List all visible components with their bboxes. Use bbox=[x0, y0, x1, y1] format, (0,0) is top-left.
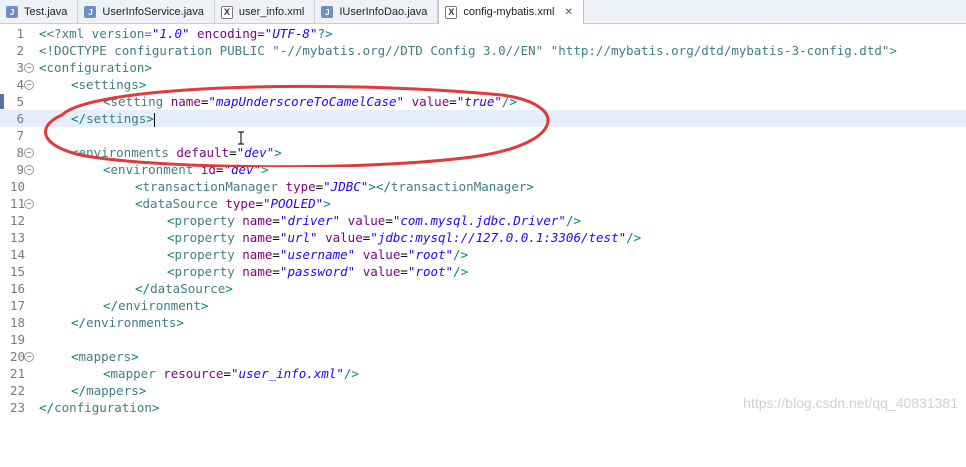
code-line: 17 </environment> bbox=[10, 298, 209, 313]
close-tab-icon[interactable]: ✕ bbox=[564, 7, 572, 18]
tab-label: UserInfoService.java bbox=[102, 6, 204, 18]
line-number: 5 bbox=[16, 94, 24, 109]
line-number: 22 bbox=[10, 383, 26, 398]
code-line: 18 </environments> bbox=[10, 315, 184, 330]
code-line: 1 <<?xml version="1.0" encoding="UTF-8"?… bbox=[0, 25, 966, 42]
annotation-circle bbox=[44, 84, 550, 167]
fold-toggle-icon[interactable]: − bbox=[24, 199, 34, 209]
line-number: 14 bbox=[10, 247, 26, 262]
code-line: 16 </dataSource> bbox=[10, 281, 233, 296]
watermark: https://blog.csdn.net/qq_40831381 bbox=[743, 395, 958, 411]
java-file-icon: J bbox=[6, 6, 18, 18]
code-line: 10 <transactionManager type="JDBC"></tra… bbox=[10, 179, 534, 194]
code-line: 20− <mappers> bbox=[10, 349, 139, 364]
ibeam-cursor-icon bbox=[238, 131, 244, 145]
line-number: 11 bbox=[10, 196, 26, 211]
line-number: 10 bbox=[10, 179, 26, 194]
code-line: 15 <property name="password" value="root… bbox=[10, 264, 469, 279]
tab-iuserinfodao-java[interactable]: J IUserInfoDao.java bbox=[315, 0, 439, 24]
line-number: 13 bbox=[10, 230, 26, 245]
code-line: 14 <property name="username" value="root… bbox=[10, 247, 469, 262]
line-number: 12 bbox=[10, 213, 26, 228]
line-number: 17 bbox=[10, 298, 26, 313]
fold-toggle-icon[interactable]: − bbox=[24, 63, 34, 73]
line-number: 20 bbox=[10, 349, 26, 364]
line-number: 21 bbox=[10, 366, 26, 381]
xml-file-icon: X bbox=[220, 5, 233, 19]
line-number: 4 bbox=[16, 77, 24, 92]
tab-label: Test.java bbox=[24, 6, 68, 18]
tab-user-info-xml[interactable]: X user_info.xml bbox=[215, 0, 316, 24]
tab-label: config-mybatis.xml bbox=[463, 6, 555, 18]
code-line: 19 bbox=[0, 331, 966, 348]
line-number: 7 bbox=[16, 128, 24, 143]
tab-config-mybatis-xml[interactable]: X config-mybatis.xml ✕ bbox=[438, 0, 584, 24]
tab-label: IUserInfoDao.java bbox=[339, 6, 428, 18]
change-marker bbox=[0, 94, 4, 109]
xml-file-icon: X bbox=[445, 5, 458, 19]
editor-tab-bar: J Test.java J UserInfoService.java X use… bbox=[0, 0, 966, 24]
line-number: 16 bbox=[10, 281, 26, 296]
code-editor[interactable]: 1 <<?xml version="1.0" encoding="UTF-8"?… bbox=[0, 25, 966, 415]
code-line: 2 <!DOCTYPE configuration PUBLIC "-//myb… bbox=[0, 42, 966, 59]
line-number: 3 bbox=[16, 60, 24, 75]
code-line: 3− <configuration> bbox=[0, 59, 966, 76]
line-number: 8 bbox=[16, 145, 24, 160]
java-file-icon: J bbox=[84, 6, 97, 18]
line-number: 23 bbox=[10, 400, 26, 415]
tab-userinfoservice-java[interactable]: J UserInfoService.java bbox=[78, 0, 215, 24]
line-number: 6 bbox=[16, 111, 24, 126]
tab-label: user_info.xml bbox=[238, 6, 305, 18]
line-number: 18 bbox=[10, 315, 26, 330]
line-number: 1 bbox=[16, 26, 24, 41]
code-line: 13 <property name="url" value="jdbc:mysq… bbox=[10, 230, 642, 245]
code-line: 12 <property name="driver" value="com.my… bbox=[10, 213, 581, 228]
fold-toggle-icon[interactable]: − bbox=[24, 352, 34, 362]
java-file-icon: J bbox=[321, 6, 334, 18]
code-line: 21 <mapper resource="user_info.xml"/> bbox=[10, 366, 359, 381]
code-line: 11− <dataSource type="POOLED"> bbox=[10, 196, 331, 211]
line-number: 19 bbox=[10, 332, 26, 347]
line-number: 9 bbox=[16, 162, 24, 177]
tab-test-java[interactable]: J Test.java bbox=[0, 0, 79, 24]
line-number: 15 bbox=[10, 264, 26, 279]
line-number: 2 bbox=[16, 43, 24, 58]
